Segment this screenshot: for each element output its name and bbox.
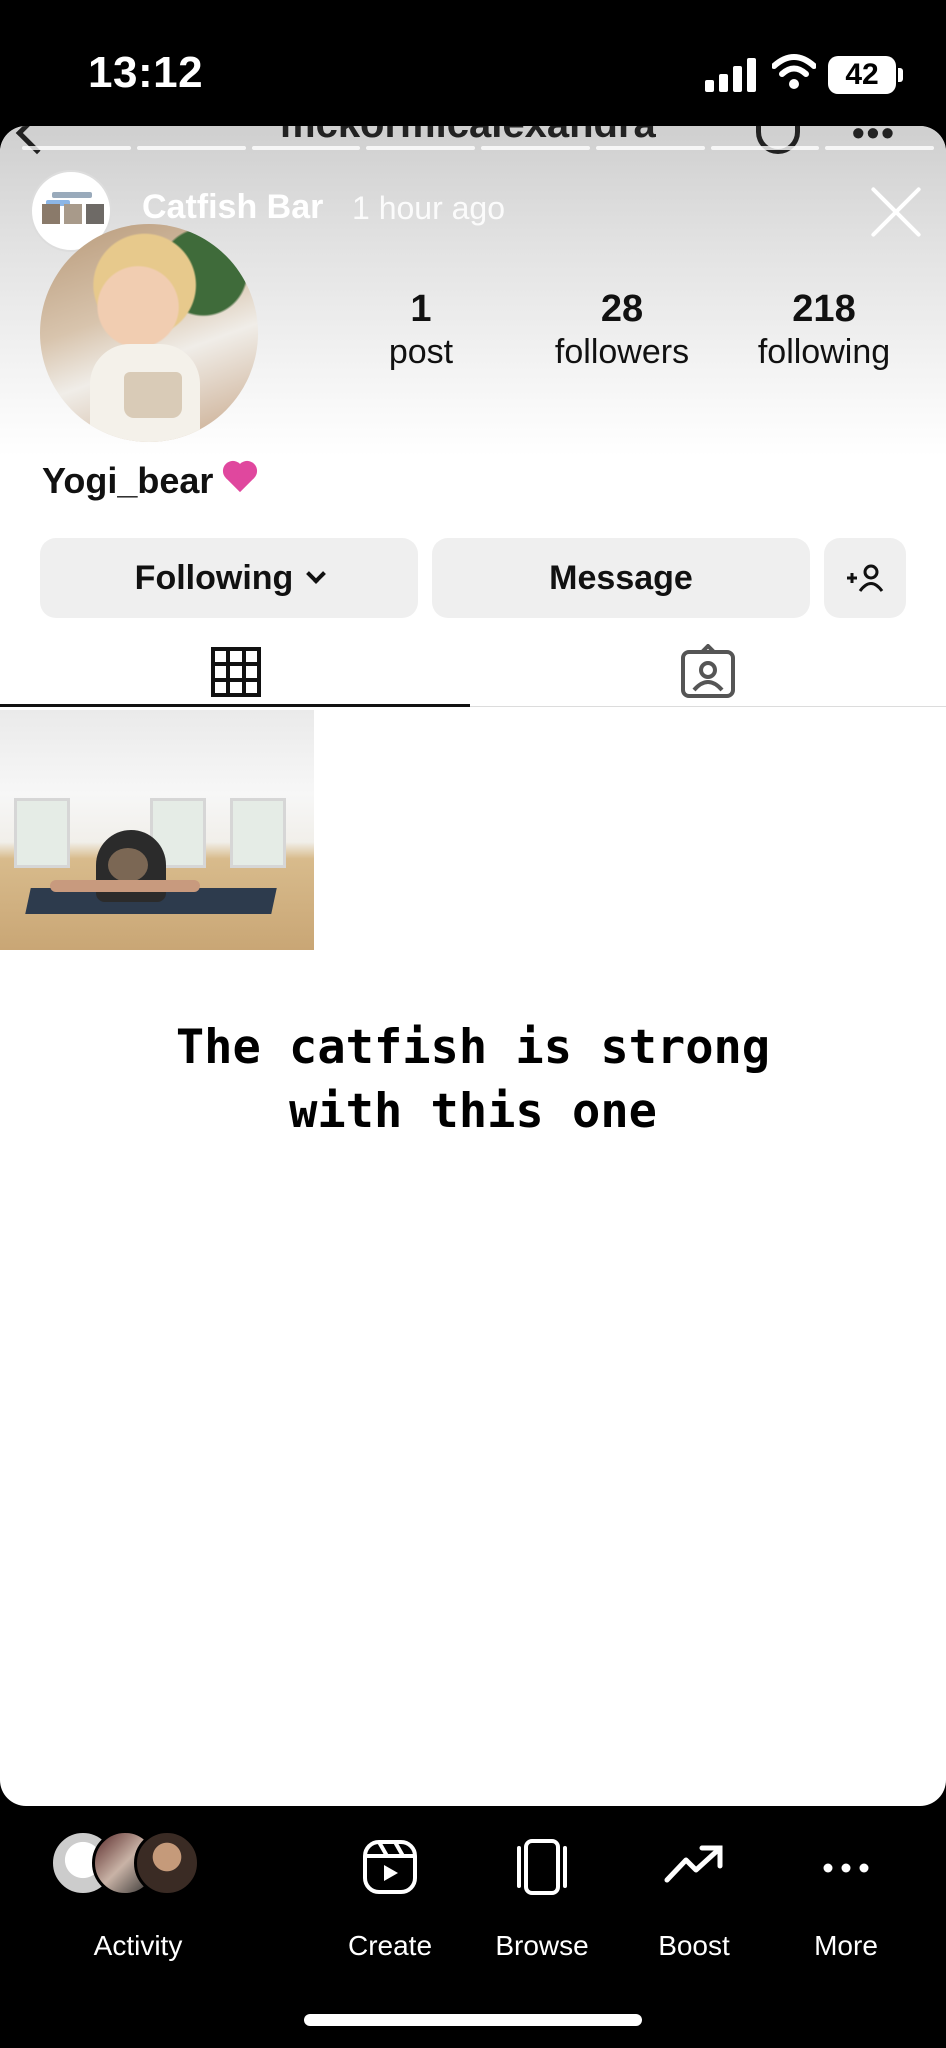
stat-followers: 28 followers <box>522 288 722 372</box>
browse-icon <box>517 1839 567 1895</box>
stat-posts: 1 post <box>321 288 521 372</box>
story-progress-bars <box>22 146 934 150</box>
trending-up-icon <box>664 1845 723 1883</box>
display-name: Yogi_bear <box>42 460 214 501</box>
tagged-person-icon <box>681 644 735 698</box>
wifi-icon <box>772 54 816 89</box>
following-button-label: Following <box>134 558 294 597</box>
activity-avatars <box>50 1830 250 1900</box>
story-bottom-bar: Activity Create Browse Boost More <box>0 1806 946 2048</box>
message-button[interactable]: Message <box>432 538 810 618</box>
story-text-overlay: The catfish is strong with this one <box>175 1020 771 1139</box>
reels-icon <box>363 1840 417 1894</box>
following-label: following <box>757 333 891 371</box>
story-author-name[interactable]: Catfish Bar <box>142 188 323 227</box>
status-bar: 13:12 42 <box>0 0 946 126</box>
stat-following: 218 following <box>724 288 924 372</box>
posts-count: 1 <box>410 288 432 330</box>
battery-cap <box>898 68 903 82</box>
more-icon <box>823 1863 869 1873</box>
following-button[interactable]: Following <box>40 538 418 618</box>
two-hearts-icon <box>222 456 266 496</box>
signal-icon <box>705 58 757 92</box>
post-thumbnail[interactable] <box>0 710 314 950</box>
status-time: 13:12 <box>88 48 204 97</box>
more-label: More <box>814 1930 878 1961</box>
create-label: Create <box>347 1930 433 1961</box>
tab-active-indicator <box>0 704 470 707</box>
message-button-label: Message <box>549 558 693 597</box>
followers-count: 28 <box>600 288 644 330</box>
followers-label: followers <box>554 333 690 371</box>
following-count: 218 <box>792 288 856 330</box>
add-person-icon <box>847 564 884 592</box>
browse-label: Browse <box>495 1930 589 1961</box>
posts-label: post <box>388 333 454 371</box>
profile-avatar <box>40 224 258 442</box>
chevron-down-icon <box>306 564 327 584</box>
story-timestamp: 1 hour ago <box>352 190 506 226</box>
home-indicator[interactable] <box>304 2014 642 2026</box>
add-person-button[interactable] <box>824 538 906 618</box>
grid-icon <box>211 647 261 697</box>
story-card[interactable]: mckormicalexandra ••• Catfish Bar 1 hour… <box>0 126 946 1806</box>
boost-label: Boost <box>658 1930 730 1961</box>
activity-label: Activity <box>93 1930 183 1961</box>
close-button[interactable] <box>868 184 924 240</box>
peek-username: mckormicalexandra <box>280 126 656 147</box>
battery-icon: 42 <box>828 56 896 94</box>
tab-grid[interactable] <box>0 626 470 706</box>
tab-tagged[interactable] <box>476 626 946 706</box>
